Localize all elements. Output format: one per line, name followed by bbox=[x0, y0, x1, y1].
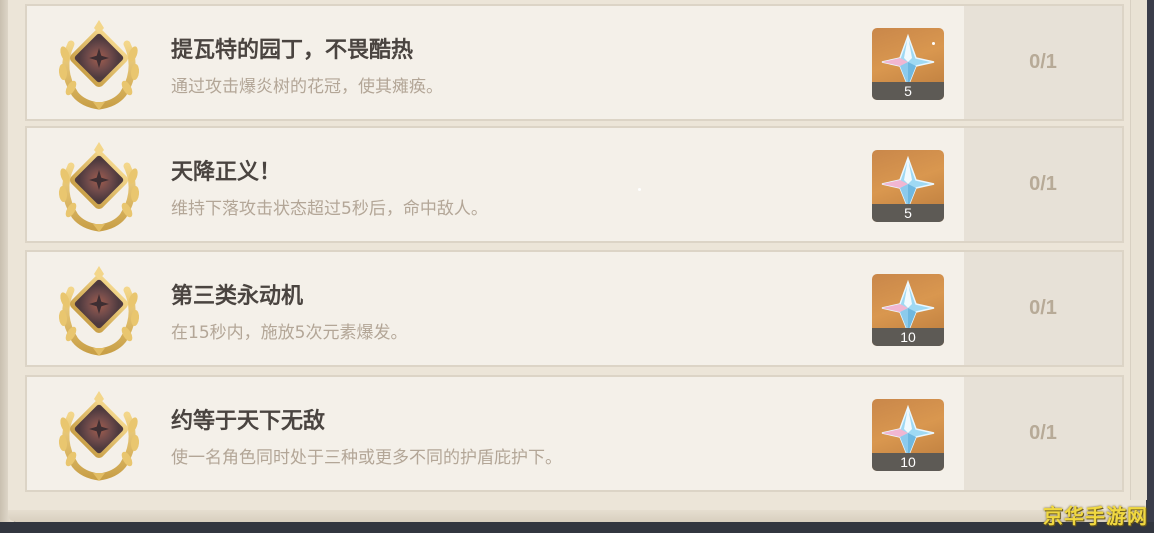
reward-count: 5 bbox=[872, 82, 944, 100]
achievement-progress: 0/1 bbox=[1029, 297, 1057, 319]
achievement-row[interactable]: 约等于天下无敌 使一名角色同时处于三种或更多不同的护盾庇护下。 10 0/1 bbox=[25, 375, 1124, 492]
achievement-laurel-badge-icon bbox=[53, 260, 145, 358]
reward-item[interactable]: 10 bbox=[872, 274, 944, 346]
achievement-title: 约等于天下无敌 bbox=[171, 409, 326, 434]
achievement-laurel-badge-icon bbox=[53, 385, 145, 483]
achievement-laurel-badge-icon bbox=[53, 14, 145, 112]
achievement-description: 通过攻击爆炎树的花冠，使其瘫痪。 bbox=[171, 77, 443, 97]
scrollbar-track[interactable] bbox=[1130, 0, 1147, 500]
reward-item[interactable]: 5 bbox=[872, 28, 944, 100]
achievement-progress: 0/1 bbox=[1029, 422, 1057, 444]
achievement-title: 第三类永动机 bbox=[171, 284, 304, 309]
achievement-title: 提瓦特的园丁，不畏酷热 bbox=[171, 38, 414, 63]
reward-item[interactable]: 5 bbox=[872, 150, 944, 222]
panel-bottom-border bbox=[8, 510, 1146, 522]
sparkle bbox=[932, 42, 935, 45]
achievement-progress: 0/1 bbox=[1029, 51, 1057, 73]
achievement-row[interactable]: 天降正义！ 维持下落攻击状态超过5秒后，命中敌人。 5 0/1 bbox=[25, 126, 1124, 243]
achievement-description: 维持下落攻击状态超过5秒后，命中敌人。 bbox=[171, 199, 488, 219]
sparkle bbox=[638, 188, 641, 191]
reward-count: 5 bbox=[872, 204, 944, 222]
achievement-laurel-badge-icon bbox=[53, 136, 145, 234]
achievement-title: 天降正义！ bbox=[171, 160, 282, 185]
background-strip bbox=[0, 522, 1154, 533]
achievement-row[interactable]: 提瓦特的园丁，不畏酷热 通过攻击爆炎树的花冠，使其瘫痪。 5 0/1 bbox=[25, 4, 1124, 121]
achievement-row[interactable]: 第三类永动机 在15秒内，施放5次元素爆发。 10 0/1 bbox=[25, 250, 1124, 367]
reward-item[interactable]: 10 bbox=[872, 399, 944, 471]
achievement-description: 在15秒内，施放5次元素爆发。 bbox=[171, 323, 408, 343]
reward-count: 10 bbox=[872, 328, 944, 346]
watermark: 京华手游网 bbox=[1043, 504, 1148, 528]
reward-count: 10 bbox=[872, 453, 944, 471]
achievement-description: 使一名角色同时处于三种或更多不同的护盾庇护下。 bbox=[171, 448, 562, 468]
achievement-progress: 0/1 bbox=[1029, 173, 1057, 195]
